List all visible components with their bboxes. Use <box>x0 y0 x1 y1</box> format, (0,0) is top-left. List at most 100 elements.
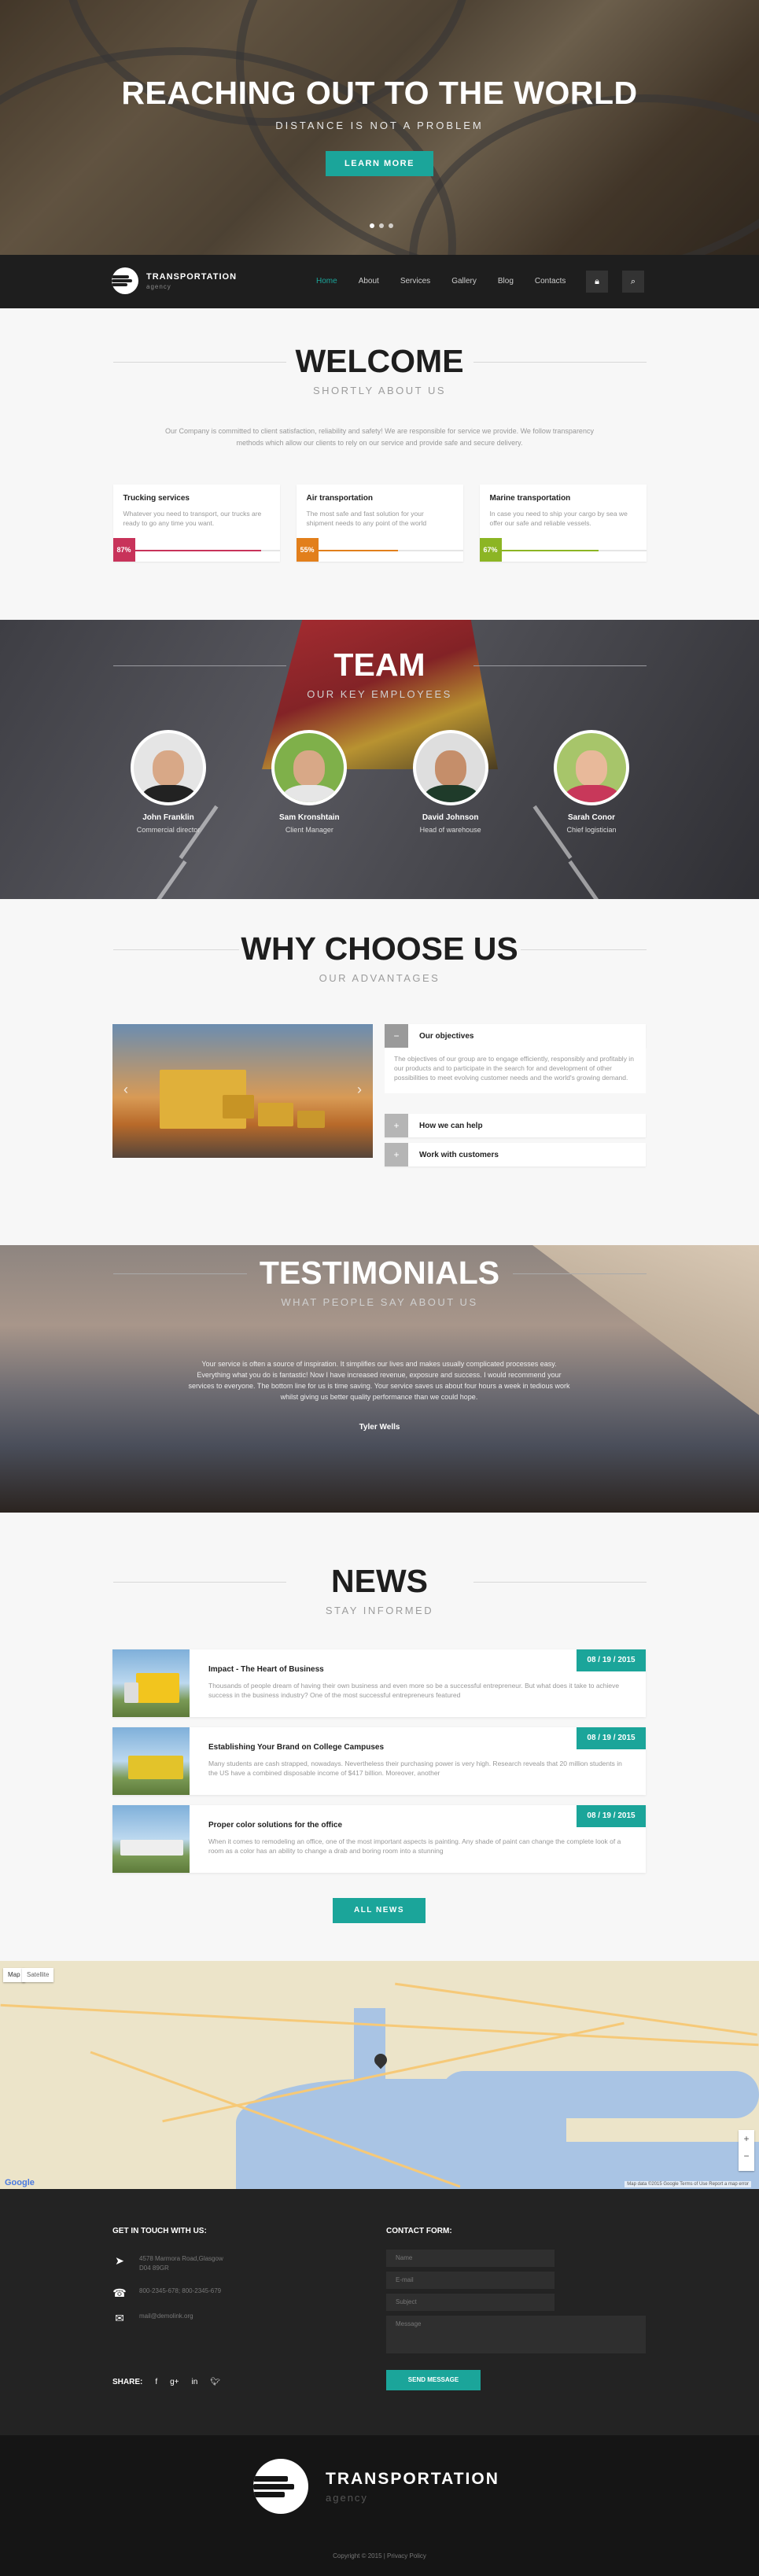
nav-item-contacts[interactable]: Contacts <box>535 277 566 286</box>
hero-slider: REACHING OUT TO THE WORLD DISTANCE IS NO… <box>0 0 759 255</box>
news-title-link[interactable]: Establishing Your Brand on College Campu… <box>208 1743 384 1752</box>
avatar <box>271 730 348 805</box>
progress-bar <box>134 550 280 551</box>
card-title: Marine transportation <box>489 494 571 503</box>
news-thumbnail <box>112 1805 190 1873</box>
minus-icon: − <box>385 1024 408 1048</box>
testimonials-subtitle: WHAT PEOPLE SAY ABOUT US <box>281 1296 478 1308</box>
progress-badge: 87% <box>112 538 135 562</box>
member-name: David Johnson <box>422 813 479 822</box>
avatar <box>412 730 488 805</box>
contact-phone[interactable]: 800-2345-678; 800-2345-679 <box>139 2287 221 2296</box>
zoom-in-button[interactable]: + <box>739 2130 754 2147</box>
accordion-header[interactable]: + Work with customers <box>385 1143 646 1166</box>
facebook-icon[interactable]: f <box>155 2378 157 2386</box>
phone-icon: ☎ <box>112 2287 127 2299</box>
nav-item-home[interactable]: Home <box>316 277 337 286</box>
news-excerpt: Thousands of people dream of having thei… <box>208 1682 620 1699</box>
share-label: SHARE: <box>112 2378 143 2386</box>
footer-logo[interactable]: TRANSPORTATION agency <box>253 2459 499 2514</box>
map-type-satellite[interactable]: Satellite <box>22 1968 54 1982</box>
progress-bar <box>501 550 647 551</box>
team-title: TEAM <box>333 647 426 683</box>
nav-item-gallery[interactable]: Gallery <box>451 277 477 286</box>
nav-item-services[interactable]: Services <box>400 277 430 286</box>
news-date: 08 / 19 / 2015 <box>577 1805 646 1827</box>
google-map[interactable]: Map Satellite + − Google Map data ©2015 G… <box>0 1961 759 2189</box>
subject-field[interactable]: Subject <box>386 2294 555 2311</box>
news-item[interactable]: 08 / 19 / 2015 Proper color solutions fo… <box>112 1805 646 1873</box>
slider-prev-icon[interactable]: ‹ <box>123 1082 128 1098</box>
slider-next-icon[interactable]: › <box>357 1082 362 1098</box>
email-field[interactable]: E-mail <box>386 2272 555 2289</box>
logo-title: TRANSPORTATION <box>146 271 238 282</box>
hero-title: REACHING OUT TO THE WORLD <box>121 75 638 111</box>
footer-logo-title: TRANSPORTATION <box>326 2469 499 2488</box>
site-logo[interactable]: TRANSPORTATION agency <box>112 267 237 294</box>
team-member: Sarah Conor Chief logistician <box>536 730 647 834</box>
news-subtitle: STAY INFORMED <box>325 1605 434 1616</box>
service-card-marine: Marine transportation In case you need t… <box>479 485 647 562</box>
accordion-header[interactable]: + How we can help <box>385 1114 646 1137</box>
main-navbar: TRANSPORTATION agency Home About Service… <box>0 255 759 308</box>
team-member: John Franklin Commercial director <box>113 730 223 834</box>
all-news-button[interactable]: ALL NEWS <box>333 1898 426 1923</box>
testimonials-section: TESTIMONIALS WHAT PEOPLE SAY ABOUT US Yo… <box>0 1245 759 1513</box>
welcome-title: WELCOME <box>295 343 464 379</box>
slider-dot[interactable] <box>379 223 384 228</box>
news-excerpt: Many students are cash strapped, nowaday… <box>208 1760 622 1777</box>
welcome-intro: Our Company is committed to client satis… <box>165 427 594 447</box>
team-subtitle: OUR KEY EMPLOYEES <box>307 688 452 700</box>
news-excerpt: When it comes to remodeling an office, o… <box>208 1837 621 1855</box>
logo-subtitle: agency <box>146 282 171 290</box>
zoom-out-button[interactable]: − <box>739 2147 754 2165</box>
service-card-air: Air transportation The most safe and fas… <box>296 485 463 562</box>
card-text: In case you need to ship your cargo by s… <box>489 510 628 527</box>
news-section: NEWS STAY INFORMED 08 / 19 / 2015 Impact… <box>0 1513 759 1961</box>
news-title-link[interactable]: Proper color solutions for the office <box>208 1821 342 1830</box>
google-plus-icon[interactable]: g+ <box>170 2378 179 2386</box>
why-title: WHY CHOOSE US <box>241 931 518 967</box>
twitter-icon[interactable]: 🐦︎ <box>210 2378 220 2386</box>
news-item[interactable]: 08 / 19 / 2015 Impact - The Heart of Bus… <box>112 1649 646 1717</box>
news-date: 08 / 19 / 2015 <box>577 1649 646 1671</box>
nav-item-blog[interactable]: Blog <box>498 277 514 286</box>
contact-email[interactable]: mail@demolink.org <box>139 2312 193 2321</box>
progress-badge: 55% <box>296 538 319 562</box>
news-item[interactable]: 08 / 19 / 2015 Establishing Your Brand o… <box>112 1727 646 1795</box>
nav-menu: Home About Services Gallery Blog Contact… <box>316 277 587 286</box>
nav-item-about[interactable]: About <box>359 277 379 286</box>
mail-icon: ✉ <box>115 2312 124 2324</box>
map-copyright: Map data ©2015 Google Terms of Use Repor… <box>625 2181 751 2187</box>
linkedin-icon[interactable]: in <box>192 2378 198 2386</box>
news-title-link[interactable]: Impact - The Heart of Business <box>208 1665 324 1674</box>
accordion-header[interactable]: − Our objectives <box>385 1024 646 1048</box>
send-message-button[interactable]: SEND MESSAGE <box>386 2370 481 2390</box>
name-field[interactable]: Name <box>386 2250 555 2267</box>
contact-section: GET IN TOUCH WITH US: ➤ 4578 Marmora Road… <box>0 2189 759 2435</box>
slider-dot[interactable] <box>389 223 393 228</box>
news-date: 08 / 19 / 2015 <box>577 1727 646 1749</box>
lock-icon[interactable]: 🔒︎ <box>586 271 608 293</box>
map-zoom-control[interactable]: + − <box>739 2130 754 2171</box>
location-arrow-icon: ➤ <box>115 2254 124 2267</box>
service-card-trucking: Trucking services Whatever you need to t… <box>112 485 280 562</box>
card-title: Air transportation <box>306 494 373 503</box>
team-member: Sam Kronshtain Client Manager <box>254 730 364 834</box>
member-name: Sam Kronshtain <box>278 813 340 822</box>
accordion-item-help: + How we can help <box>385 1114 646 1137</box>
member-role: Client Manager <box>285 826 333 834</box>
google-logo: Google <box>5 2178 35 2187</box>
search-icon[interactable]: ⌕ <box>622 271 644 293</box>
plus-icon: + <box>385 1143 408 1166</box>
slider-dot[interactable] <box>370 223 374 228</box>
footer: TRANSPORTATION agency Copyright © 2015 |… <box>0 2435 759 2576</box>
progress-badge: 67% <box>479 538 502 562</box>
footer-copyright[interactable]: Copyright © 2015 | Privacy Policy <box>0 2552 759 2559</box>
contact-heading: GET IN TOUCH WITH US: <box>112 2227 207 2235</box>
learn-more-button[interactable]: LEARN MORE <box>326 151 433 176</box>
message-field[interactable]: Message <box>386 2316 646 2353</box>
welcome-subtitle: SHORTLY ABOUT US <box>312 385 447 396</box>
news-thumbnail <box>112 1649 190 1717</box>
contact-address: 4578 Marmora Road,Glasgow D04 89GR <box>139 2255 223 2272</box>
